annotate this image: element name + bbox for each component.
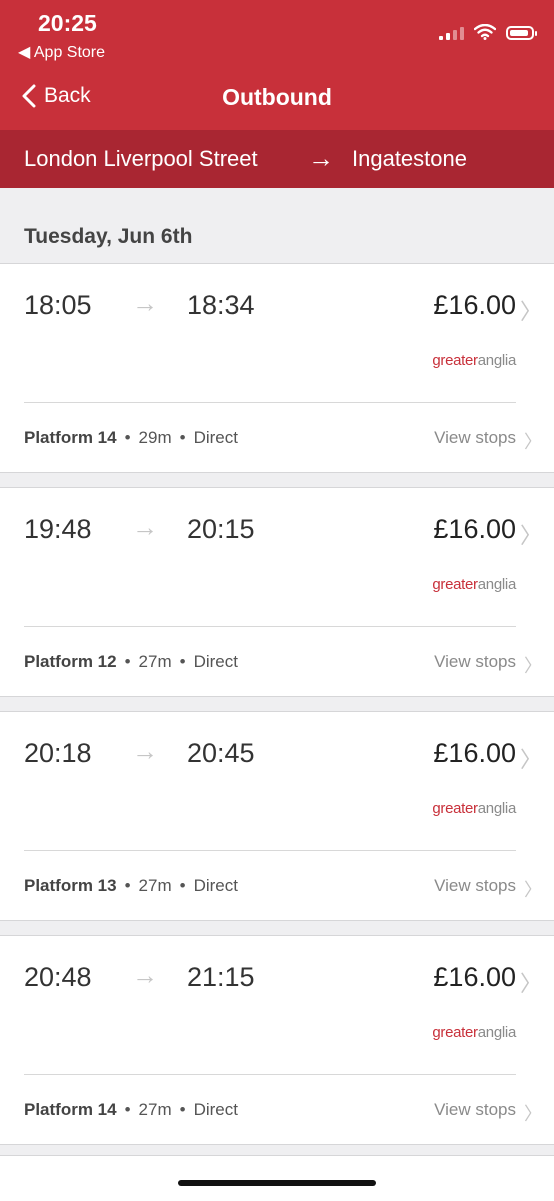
chevron-left-icon <box>22 84 36 108</box>
journey-card[interactable]: 20:18 → 20:45 £16.00 〉 greateranglia Pla… <box>0 711 554 921</box>
status-back-app-label: App Store <box>33 44 106 61</box>
chevron-right-icon: 〉 <box>519 523 542 548</box>
platform: Platform 14 <box>24 1100 117 1119</box>
platform: Platform 12 <box>24 652 117 671</box>
chevron-right-icon: 〉 <box>524 432 542 452</box>
operator-logo: greateranglia <box>432 800 516 817</box>
back-button[interactable]: Back <box>22 84 91 108</box>
journey-details: Platform 14 • 27m • Direct <box>24 1100 238 1119</box>
chevron-right-icon: 〉 <box>524 1104 542 1124</box>
departure-time: 20:48 <box>24 962 92 992</box>
view-stops-link[interactable]: View stops <box>434 428 516 448</box>
chevron-right-icon: 〉 <box>524 656 542 676</box>
journey-card-partial[interactable] <box>0 1155 554 1201</box>
header: 20:25 ◀ App Store Back Outbound <box>0 0 554 130</box>
journey-type: Direct <box>193 652 238 671</box>
journey-details: Platform 14 • 29m • Direct <box>24 428 238 447</box>
duration: 27m <box>138 652 172 671</box>
fare-price: £16.00 <box>433 514 516 544</box>
divider <box>24 402 516 403</box>
back-triangle-icon: ◀ <box>18 44 31 61</box>
journey-card[interactable]: 18:05 → 18:34 £16.00 〉 greateranglia Pla… <box>0 263 554 473</box>
status-time: 20:25 <box>38 10 97 36</box>
back-label: Back <box>44 84 91 107</box>
fare-price: £16.00 <box>433 290 516 320</box>
arrow-right-icon: → <box>132 736 158 766</box>
chevron-right-icon: 〉 <box>524 880 542 900</box>
arrow-right-icon: → <box>132 512 158 542</box>
duration: 29m <box>138 428 172 447</box>
view-stops-link[interactable]: View stops <box>434 876 516 896</box>
departure-time: 20:18 <box>24 738 92 768</box>
arrival-time: 21:15 <box>187 962 255 992</box>
journey-list: 18:05 → 18:34 £16.00 〉 greateranglia Pla… <box>0 263 554 1159</box>
view-stops-link[interactable]: View stops <box>434 652 516 672</box>
platform: Platform 14 <box>24 428 117 447</box>
operator-logo: greateranglia <box>432 1024 516 1041</box>
view-stops-link[interactable]: View stops <box>434 1100 516 1120</box>
departure-time: 18:05 <box>24 290 92 320</box>
route-origin: London Liverpool Street <box>24 146 258 171</box>
date-heading: Tuesday, Jun 6th <box>24 225 193 248</box>
arrow-right-icon: → <box>308 143 334 173</box>
departure-time: 19:48 <box>24 514 92 544</box>
fare-price: £16.00 <box>433 738 516 768</box>
route-destination: Ingatestone <box>352 146 467 171</box>
chevron-right-icon: 〉 <box>519 747 542 772</box>
home-indicator[interactable] <box>178 1180 376 1186</box>
arrival-time: 20:45 <box>187 738 255 768</box>
chevron-right-icon: 〉 <box>519 299 542 324</box>
journey-type: Direct <box>193 876 238 895</box>
route-bar: London Liverpool Street → Ingatestone <box>0 130 554 188</box>
divider <box>24 1074 516 1075</box>
battery-icon <box>506 26 537 40</box>
platform: Platform 13 <box>24 876 117 895</box>
divider <box>24 626 516 627</box>
arrival-time: 20:15 <box>187 514 255 544</box>
status-back-app[interactable]: ◀ App Store <box>18 42 105 62</box>
wifi-icon <box>474 24 496 40</box>
arrow-right-icon: → <box>132 288 158 318</box>
arrival-time: 18:34 <box>187 290 255 320</box>
arrow-right-icon: → <box>132 960 158 990</box>
journey-type: Direct <box>193 428 238 447</box>
signal-icon <box>439 26 464 40</box>
journey-details: Platform 12 • 27m • Direct <box>24 652 238 671</box>
divider <box>24 850 516 851</box>
operator-logo: greateranglia <box>432 576 516 593</box>
duration: 27m <box>138 876 172 895</box>
operator-logo: greateranglia <box>432 352 516 369</box>
journey-type: Direct <box>193 1100 238 1119</box>
duration: 27m <box>138 1100 172 1119</box>
journey-card[interactable]: 19:48 → 20:15 £16.00 〉 greateranglia Pla… <box>0 487 554 697</box>
chevron-right-icon: 〉 <box>519 971 542 996</box>
fare-price: £16.00 <box>433 962 516 992</box>
status-icons <box>439 24 537 40</box>
journey-card[interactable]: 20:48 → 21:15 £16.00 〉 greateranglia Pla… <box>0 935 554 1145</box>
journey-details: Platform 13 • 27m • Direct <box>24 876 238 895</box>
